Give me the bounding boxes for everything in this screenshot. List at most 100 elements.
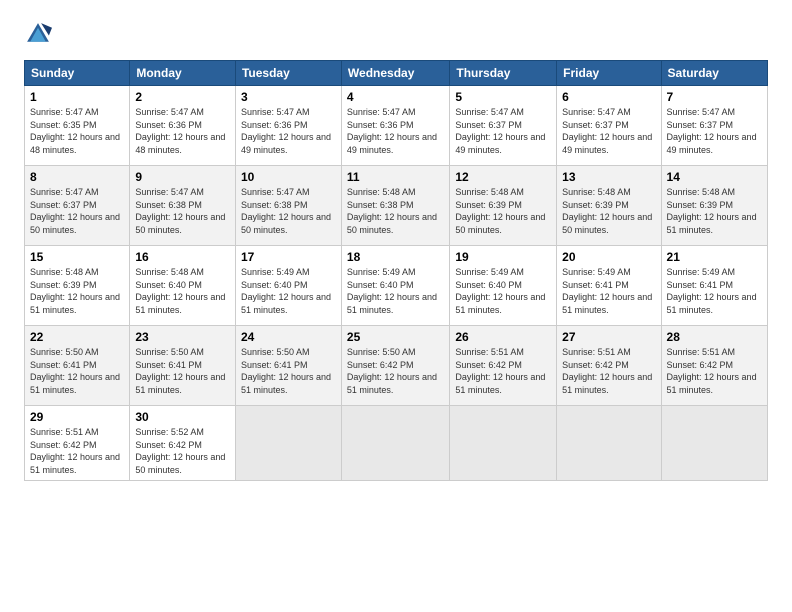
day-number: 29: [30, 410, 124, 424]
calendar-cell: 30 Sunrise: 5:52 AM Sunset: 6:42 PM Dayl…: [130, 406, 236, 481]
calendar-cell: 4 Sunrise: 5:47 AM Sunset: 6:36 PM Dayli…: [341, 86, 449, 166]
day-info: Sunrise: 5:47 AM Sunset: 6:35 PM Dayligh…: [30, 106, 124, 156]
day-number: 7: [667, 90, 762, 104]
header: [24, 20, 768, 48]
calendar-cell: 5 Sunrise: 5:47 AM Sunset: 6:37 PM Dayli…: [450, 86, 557, 166]
calendar-cell: 22 Sunrise: 5:50 AM Sunset: 6:41 PM Dayl…: [25, 326, 130, 406]
day-number: 5: [455, 90, 551, 104]
col-header-monday: Monday: [130, 61, 236, 86]
day-number: 9: [135, 170, 230, 184]
day-number: 20: [562, 250, 655, 264]
day-number: 17: [241, 250, 336, 264]
day-info: Sunrise: 5:49 AM Sunset: 6:40 PM Dayligh…: [241, 266, 336, 316]
day-number: 28: [667, 330, 762, 344]
calendar-cell: 6 Sunrise: 5:47 AM Sunset: 6:37 PM Dayli…: [557, 86, 661, 166]
calendar-table: SundayMondayTuesdayWednesdayThursdayFrid…: [24, 60, 768, 481]
col-header-sunday: Sunday: [25, 61, 130, 86]
col-header-thursday: Thursday: [450, 61, 557, 86]
calendar-cell: 17 Sunrise: 5:49 AM Sunset: 6:40 PM Dayl…: [235, 246, 341, 326]
day-info: Sunrise: 5:47 AM Sunset: 6:38 PM Dayligh…: [135, 186, 230, 236]
calendar-cell: 21 Sunrise: 5:49 AM Sunset: 6:41 PM Dayl…: [661, 246, 767, 326]
day-info: Sunrise: 5:48 AM Sunset: 6:39 PM Dayligh…: [562, 186, 655, 236]
day-number: 8: [30, 170, 124, 184]
col-header-saturday: Saturday: [661, 61, 767, 86]
calendar-cell: 16 Sunrise: 5:48 AM Sunset: 6:40 PM Dayl…: [130, 246, 236, 326]
day-info: Sunrise: 5:51 AM Sunset: 6:42 PM Dayligh…: [562, 346, 655, 396]
calendar-cell: 15 Sunrise: 5:48 AM Sunset: 6:39 PM Dayl…: [25, 246, 130, 326]
col-header-friday: Friday: [557, 61, 661, 86]
calendar-cell: 26 Sunrise: 5:51 AM Sunset: 6:42 PM Dayl…: [450, 326, 557, 406]
day-number: 10: [241, 170, 336, 184]
day-number: 30: [135, 410, 230, 424]
calendar-cell: 8 Sunrise: 5:47 AM Sunset: 6:37 PM Dayli…: [25, 166, 130, 246]
calendar-cell: 28 Sunrise: 5:51 AM Sunset: 6:42 PM Dayl…: [661, 326, 767, 406]
calendar-cell: [557, 406, 661, 481]
day-number: 23: [135, 330, 230, 344]
day-info: Sunrise: 5:50 AM Sunset: 6:41 PM Dayligh…: [30, 346, 124, 396]
day-info: Sunrise: 5:47 AM Sunset: 6:36 PM Dayligh…: [241, 106, 336, 156]
calendar-cell: 19 Sunrise: 5:49 AM Sunset: 6:40 PM Dayl…: [450, 246, 557, 326]
day-info: Sunrise: 5:47 AM Sunset: 6:37 PM Dayligh…: [562, 106, 655, 156]
day-number: 16: [135, 250, 230, 264]
day-number: 4: [347, 90, 444, 104]
day-info: Sunrise: 5:48 AM Sunset: 6:38 PM Dayligh…: [347, 186, 444, 236]
day-info: Sunrise: 5:47 AM Sunset: 6:36 PM Dayligh…: [347, 106, 444, 156]
header-row: SundayMondayTuesdayWednesdayThursdayFrid…: [25, 61, 768, 86]
day-number: 15: [30, 250, 124, 264]
calendar-cell: 11 Sunrise: 5:48 AM Sunset: 6:38 PM Dayl…: [341, 166, 449, 246]
calendar-cell: [235, 406, 341, 481]
day-number: 24: [241, 330, 336, 344]
day-number: 12: [455, 170, 551, 184]
day-info: Sunrise: 5:49 AM Sunset: 6:41 PM Dayligh…: [667, 266, 762, 316]
day-info: Sunrise: 5:48 AM Sunset: 6:39 PM Dayligh…: [30, 266, 124, 316]
day-number: 19: [455, 250, 551, 264]
calendar-cell: 24 Sunrise: 5:50 AM Sunset: 6:41 PM Dayl…: [235, 326, 341, 406]
week-row-2: 8 Sunrise: 5:47 AM Sunset: 6:37 PM Dayli…: [25, 166, 768, 246]
day-info: Sunrise: 5:47 AM Sunset: 6:36 PM Dayligh…: [135, 106, 230, 156]
calendar-cell: [661, 406, 767, 481]
day-info: Sunrise: 5:48 AM Sunset: 6:39 PM Dayligh…: [455, 186, 551, 236]
calendar-cell: 29 Sunrise: 5:51 AM Sunset: 6:42 PM Dayl…: [25, 406, 130, 481]
day-number: 1: [30, 90, 124, 104]
week-row-4: 22 Sunrise: 5:50 AM Sunset: 6:41 PM Dayl…: [25, 326, 768, 406]
day-info: Sunrise: 5:48 AM Sunset: 6:40 PM Dayligh…: [135, 266, 230, 316]
calendar-cell: 1 Sunrise: 5:47 AM Sunset: 6:35 PM Dayli…: [25, 86, 130, 166]
day-number: 6: [562, 90, 655, 104]
day-number: 13: [562, 170, 655, 184]
day-number: 14: [667, 170, 762, 184]
week-row-3: 15 Sunrise: 5:48 AM Sunset: 6:39 PM Dayl…: [25, 246, 768, 326]
day-info: Sunrise: 5:47 AM Sunset: 6:37 PM Dayligh…: [455, 106, 551, 156]
page: SundayMondayTuesdayWednesdayThursdayFrid…: [0, 0, 792, 612]
calendar-cell: 7 Sunrise: 5:47 AM Sunset: 6:37 PM Dayli…: [661, 86, 767, 166]
day-info: Sunrise: 5:47 AM Sunset: 6:37 PM Dayligh…: [30, 186, 124, 236]
calendar-cell: 13 Sunrise: 5:48 AM Sunset: 6:39 PM Dayl…: [557, 166, 661, 246]
day-info: Sunrise: 5:47 AM Sunset: 6:38 PM Dayligh…: [241, 186, 336, 236]
day-number: 11: [347, 170, 444, 184]
day-info: Sunrise: 5:52 AM Sunset: 6:42 PM Dayligh…: [135, 426, 230, 476]
day-info: Sunrise: 5:50 AM Sunset: 6:42 PM Dayligh…: [347, 346, 444, 396]
calendar-cell: 2 Sunrise: 5:47 AM Sunset: 6:36 PM Dayli…: [130, 86, 236, 166]
week-row-1: 1 Sunrise: 5:47 AM Sunset: 6:35 PM Dayli…: [25, 86, 768, 166]
day-number: 22: [30, 330, 124, 344]
calendar-cell: 9 Sunrise: 5:47 AM Sunset: 6:38 PM Dayli…: [130, 166, 236, 246]
day-info: Sunrise: 5:50 AM Sunset: 6:41 PM Dayligh…: [241, 346, 336, 396]
day-info: Sunrise: 5:49 AM Sunset: 6:40 PM Dayligh…: [455, 266, 551, 316]
calendar-cell: 20 Sunrise: 5:49 AM Sunset: 6:41 PM Dayl…: [557, 246, 661, 326]
day-info: Sunrise: 5:50 AM Sunset: 6:41 PM Dayligh…: [135, 346, 230, 396]
day-number: 3: [241, 90, 336, 104]
calendar-cell: 25 Sunrise: 5:50 AM Sunset: 6:42 PM Dayl…: [341, 326, 449, 406]
calendar-cell: 23 Sunrise: 5:50 AM Sunset: 6:41 PM Dayl…: [130, 326, 236, 406]
calendar-cell: [450, 406, 557, 481]
day-number: 27: [562, 330, 655, 344]
day-info: Sunrise: 5:48 AM Sunset: 6:39 PM Dayligh…: [667, 186, 762, 236]
calendar-cell: 3 Sunrise: 5:47 AM Sunset: 6:36 PM Dayli…: [235, 86, 341, 166]
day-info: Sunrise: 5:51 AM Sunset: 6:42 PM Dayligh…: [667, 346, 762, 396]
calendar-cell: 12 Sunrise: 5:48 AM Sunset: 6:39 PM Dayl…: [450, 166, 557, 246]
day-info: Sunrise: 5:47 AM Sunset: 6:37 PM Dayligh…: [667, 106, 762, 156]
day-info: Sunrise: 5:49 AM Sunset: 6:40 PM Dayligh…: [347, 266, 444, 316]
calendar-cell: 14 Sunrise: 5:48 AM Sunset: 6:39 PM Dayl…: [661, 166, 767, 246]
logo: [24, 20, 56, 48]
calendar-cell: 27 Sunrise: 5:51 AM Sunset: 6:42 PM Dayl…: [557, 326, 661, 406]
calendar-cell: 10 Sunrise: 5:47 AM Sunset: 6:38 PM Dayl…: [235, 166, 341, 246]
calendar-cell: 18 Sunrise: 5:49 AM Sunset: 6:40 PM Dayl…: [341, 246, 449, 326]
